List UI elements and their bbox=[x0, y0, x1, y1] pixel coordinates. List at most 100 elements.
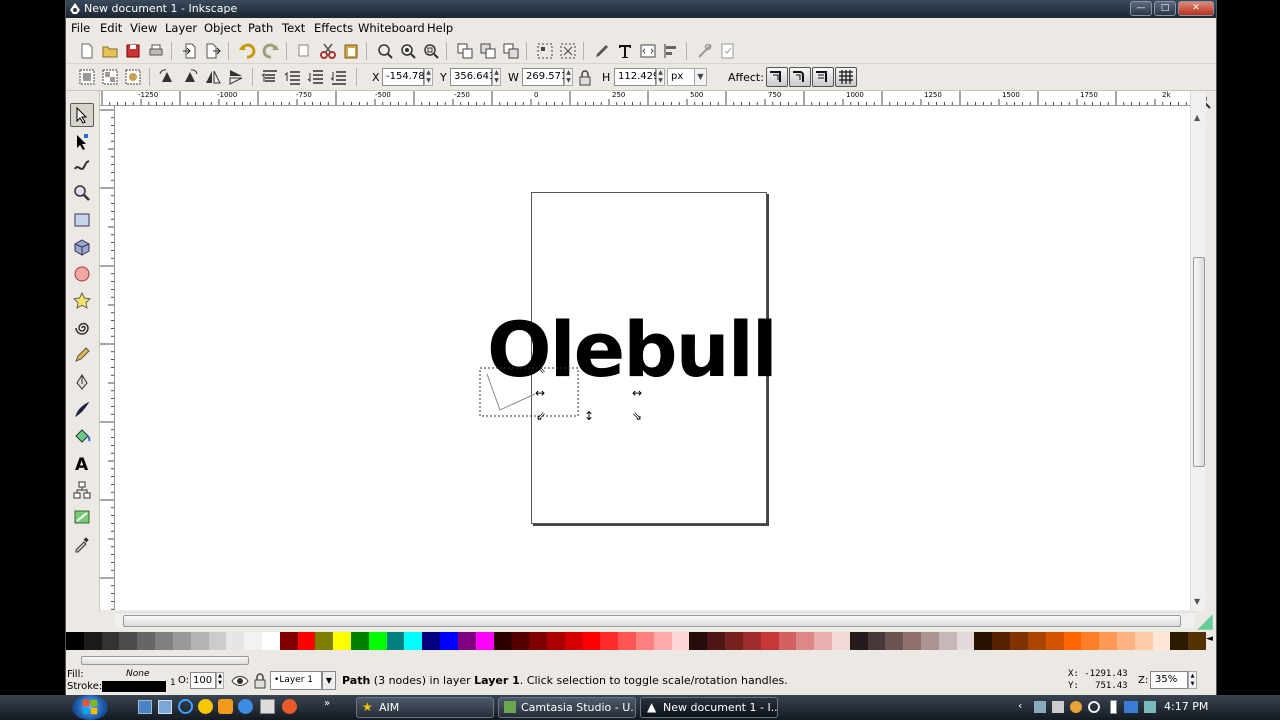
media-player-icon[interactable] bbox=[218, 699, 233, 714]
browser-icon[interactable] bbox=[238, 699, 253, 714]
palette-swatch[interactable] bbox=[155, 632, 173, 650]
palette-swatch[interactable] bbox=[921, 632, 939, 650]
vertical-scroll-thumb[interactable] bbox=[1193, 257, 1205, 467]
palette-swatch[interactable] bbox=[707, 632, 726, 650]
palette-swatch[interactable] bbox=[564, 632, 583, 650]
document-properties-icon[interactable] bbox=[719, 42, 737, 60]
layer-lock-icon[interactable] bbox=[251, 672, 269, 690]
menu-edit[interactable]: Edit bbox=[100, 21, 122, 35]
w-spinner[interactable]: ▲ ▼ bbox=[564, 68, 573, 86]
tray-status-icon[interactable] bbox=[1088, 701, 1100, 713]
tray-display-icon[interactable] bbox=[1124, 701, 1138, 713]
x-input[interactable]: -154.786 bbox=[382, 68, 431, 86]
scale-handle-bottom-left[interactable]: ⇙ bbox=[536, 410, 546, 422]
palette-swatch[interactable] bbox=[600, 632, 619, 650]
palette-swatch[interactable] bbox=[885, 632, 904, 650]
affect-patterns-button[interactable] bbox=[835, 67, 857, 87]
opacity-spinner[interactable]: ▲ ▼ bbox=[216, 672, 224, 689]
pencil-tool-icon[interactable] bbox=[70, 343, 94, 367]
dropper-tool-icon[interactable] bbox=[70, 532, 94, 556]
select-all-layers-icon[interactable] bbox=[101, 68, 119, 86]
palette-swatch[interactable] bbox=[636, 632, 654, 650]
palette-swatch[interactable] bbox=[244, 632, 262, 650]
paste-icon[interactable] bbox=[342, 42, 360, 60]
rectangle-tool-icon[interactable] bbox=[70, 208, 94, 232]
text-font-icon[interactable] bbox=[616, 42, 634, 60]
ungroup-icon[interactable] bbox=[559, 42, 577, 60]
palette-swatch[interactable] bbox=[137, 632, 156, 650]
copy-icon[interactable] bbox=[296, 42, 314, 60]
fill-stroke-icon[interactable] bbox=[593, 42, 611, 60]
palette-swatch[interactable] bbox=[386, 632, 405, 650]
x-spinner[interactable]: ▲ ▼ bbox=[424, 68, 433, 86]
switch-windows-icon[interactable] bbox=[158, 700, 172, 714]
w-input[interactable]: 269.571 bbox=[522, 68, 567, 86]
palette-swatch[interactable] bbox=[974, 632, 993, 650]
tray-volume-icon[interactable] bbox=[1144, 701, 1156, 713]
tray-expand-icon[interactable]: ‹ bbox=[1018, 699, 1022, 712]
lower-icon[interactable] bbox=[307, 68, 325, 86]
paint-bucket-tool-icon[interactable] bbox=[70, 424, 94, 448]
zoom-spinner[interactable]: ▲ ▼ bbox=[1188, 671, 1197, 689]
raise-icon[interactable] bbox=[284, 68, 302, 86]
palette-swatch[interactable] bbox=[1170, 632, 1189, 650]
zoom-selection-icon[interactable] bbox=[376, 42, 394, 60]
maximize-button[interactable]: □ bbox=[1154, 1, 1176, 16]
group-icon[interactable] bbox=[536, 42, 554, 60]
palette-swatch[interactable] bbox=[1099, 632, 1117, 650]
palette-swatch[interactable] bbox=[440, 632, 458, 650]
tray-device-icon[interactable] bbox=[1052, 701, 1064, 713]
palette-swatch[interactable] bbox=[938, 632, 957, 650]
palette-scrollbar[interactable] bbox=[81, 653, 1201, 667]
palette-swatch[interactable] bbox=[422, 632, 441, 650]
opacity-input[interactable]: 100 bbox=[190, 672, 216, 689]
internet-explorer-icon[interactable] bbox=[178, 699, 193, 714]
palette-swatch[interactable] bbox=[1188, 632, 1206, 650]
unlink-clone-icon[interactable] bbox=[502, 42, 520, 60]
palette-swatch[interactable] bbox=[315, 632, 334, 650]
palette-swatch[interactable] bbox=[172, 632, 191, 650]
menu-view[interactable]: View bbox=[130, 21, 157, 35]
scale-handle-right[interactable]: ↔ bbox=[632, 387, 642, 399]
gradient-tool-icon[interactable] bbox=[70, 505, 94, 529]
palette-swatch[interactable] bbox=[83, 632, 102, 650]
palette-swatch[interactable] bbox=[760, 632, 779, 650]
y-input[interactable]: 356.643 bbox=[450, 68, 495, 86]
redo-icon[interactable] bbox=[262, 42, 280, 60]
palette-swatch[interactable] bbox=[226, 632, 245, 650]
color-palette[interactable] bbox=[66, 632, 1206, 650]
palette-menu-icon[interactable]: ◄ bbox=[1206, 634, 1213, 644]
zoom-tool-icon[interactable] bbox=[70, 181, 94, 205]
palette-swatch[interactable] bbox=[582, 632, 601, 650]
tray-app-icon[interactable] bbox=[1070, 701, 1082, 713]
palette-swatch[interactable] bbox=[831, 632, 850, 650]
palette-swatch[interactable] bbox=[742, 632, 761, 650]
palette-swatch[interactable] bbox=[956, 632, 975, 650]
palette-swatch[interactable] bbox=[903, 632, 921, 650]
system-clock[interactable]: 4:17 PM bbox=[1164, 700, 1208, 713]
screen-capture-icon[interactable] bbox=[260, 699, 275, 714]
xml-editor-icon[interactable] bbox=[639, 42, 657, 60]
preferences-icon[interactable] bbox=[696, 42, 714, 60]
taskbar-item-aim[interactable]: ★ AIM bbox=[356, 697, 494, 718]
palette-swatch[interactable] bbox=[101, 632, 120, 650]
stroke-swatch[interactable] bbox=[102, 681, 166, 692]
lock-icon[interactable] bbox=[576, 69, 594, 87]
h-input[interactable]: 112.429 bbox=[614, 68, 659, 86]
menu-text[interactable]: Text bbox=[282, 21, 305, 35]
ellipse-tool-icon[interactable] bbox=[70, 262, 94, 286]
menu-layer[interactable]: Layer bbox=[165, 21, 197, 35]
scale-handle-top-left[interactable]: ⇖ bbox=[536, 363, 546, 375]
save-icon[interactable] bbox=[124, 42, 142, 60]
import-icon[interactable] bbox=[181, 42, 199, 60]
palette-swatch[interactable] bbox=[404, 632, 423, 650]
vertical-scrollbar[interactable]: ▲ ▼ bbox=[1190, 91, 1206, 611]
palette-swatch[interactable] bbox=[1045, 632, 1064, 650]
palette-swatch[interactable] bbox=[778, 632, 797, 650]
palette-swatch[interactable] bbox=[618, 632, 636, 650]
eye-icon[interactable] bbox=[231, 672, 249, 690]
menu-help[interactable]: Help bbox=[427, 21, 453, 35]
close-button[interactable]: ✕ bbox=[1178, 1, 1214, 16]
palette-swatch[interactable] bbox=[1116, 632, 1135, 650]
palette-swatch[interactable] bbox=[689, 632, 708, 650]
